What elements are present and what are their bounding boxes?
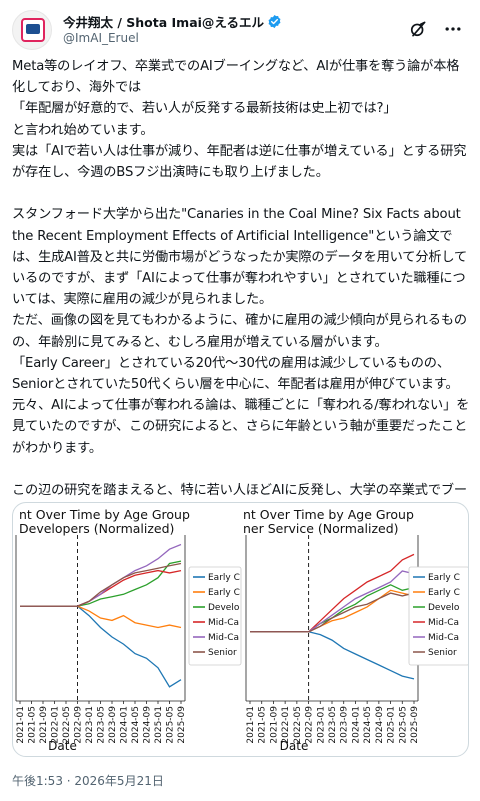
legend-label: Early C (428, 588, 460, 598)
legend-label: Develo (208, 603, 240, 613)
x-tick-label: 2022-01 (281, 706, 291, 744)
legend-label: Early C (208, 588, 240, 598)
x-tick-label: 2023-09 (340, 706, 350, 744)
legend-label: Develo (428, 603, 460, 613)
display-name[interactable]: 今井翔太 / Shota Imai@えるエル (63, 12, 264, 31)
x-tick-label: 2021-05 (28, 706, 38, 744)
series-line-6 (250, 592, 415, 633)
x-tick-label: 2024-05 (131, 706, 141, 744)
chart-panel-1: nt Over Time by Age GroupDevelopers (Nor… (15, 507, 242, 753)
series-line-6 (20, 562, 182, 607)
x-tick-label: 2025-05 (166, 706, 176, 744)
x-tick-label: 2021-01 (246, 706, 256, 744)
x-tick-label: 2025-01 (387, 706, 397, 744)
post-timestamp[interactable]: 午後1:53 · 2026年5月21日 (12, 772, 164, 789)
more-button[interactable] (440, 16, 466, 42)
avatar-logo-mark (26, 24, 40, 34)
legend-label: Senior (208, 648, 237, 658)
legend-label: Early C (208, 573, 240, 583)
x-tick-label: 2024-01 (351, 706, 361, 744)
chart-title: nt Over Time by Age Group (19, 507, 190, 522)
x-tick-label: 2023-05 (97, 706, 107, 744)
x-tick-label: 2025-01 (154, 706, 164, 744)
x-tick-label: 2024-09 (375, 706, 385, 744)
series-line-1 (250, 631, 415, 680)
legend-label: Mid-Ca (428, 618, 459, 628)
x-tick-label: 2023-09 (108, 706, 118, 744)
legend-label: Mid-Ca (428, 633, 459, 643)
x-tick-label: 2024-09 (143, 706, 153, 744)
x-tick-label: 2025-09 (177, 706, 187, 744)
x-tick-label: 2024-05 (363, 706, 373, 744)
grok-icon (410, 21, 426, 37)
x-tick-label: 2022-09 (305, 706, 315, 744)
x-axis-label: Date (280, 739, 309, 753)
chart-subtitle: Developers (Normalized) (19, 521, 174, 536)
x-axis-label: Date (48, 739, 77, 753)
post-media-image[interactable]: nt Over Time by Age Group Developers (Nor… (12, 502, 469, 757)
author-name-row[interactable]: 今井翔太 / Shota Imai@えるエル (63, 12, 282, 30)
legend-label: Senior (428, 648, 457, 658)
post-body-text: Meta等のレイオフ、卒業式でのAIブーイングなど、AIが仕事を奪う論が本格化し… (12, 59, 470, 519)
x-tick-label: 2023-01 (316, 706, 326, 744)
x-tick-label: 2025-05 (398, 706, 408, 744)
x-tick-label: 2024-01 (120, 706, 130, 744)
verified-badge-icon (268, 14, 281, 28)
series-line-5 (250, 570, 415, 633)
series-line-5 (20, 543, 182, 607)
x-tick-label: 2022-05 (62, 706, 72, 744)
legend-label: Early C (428, 573, 460, 583)
x-tick-label: 2023-05 (328, 706, 338, 744)
legend-label: Mid-Ca (208, 618, 239, 628)
avatar[interactable] (12, 10, 52, 50)
post-header: 今井翔太 / Shota Imai@えるエル @ImAI_Eruel (12, 10, 468, 50)
chart-panel-2: nt Over Time by Age Groupner Service (No… (243, 507, 468, 753)
x-tick-label: 2022-01 (51, 706, 61, 744)
chart-subtitle: ner Service (Normalized) (243, 521, 399, 536)
series-line-2 (250, 589, 415, 633)
grok-button[interactable] (405, 16, 431, 42)
x-tick-label: 2025-09 (410, 706, 420, 744)
x-tick-label: 2021-01 (16, 706, 26, 744)
chart-title: nt Over Time by Age Group (243, 507, 414, 522)
series-line-2 (20, 605, 182, 629)
x-tick-label: 2022-05 (293, 706, 303, 744)
x-tick-label: 2022-09 (74, 706, 84, 744)
legend-label: Mid-Ca (208, 633, 239, 643)
handle[interactable]: @ImAI_Eruel (63, 31, 139, 45)
more-icon (445, 27, 461, 31)
x-tick-label: 2021-05 (258, 706, 268, 744)
x-tick-label: 2021-09 (269, 706, 279, 744)
x-tick-label: 2021-09 (39, 706, 49, 744)
charts-figure: nt Over Time by Age GroupDevelopers (Nor… (15, 507, 468, 753)
series-line-4 (20, 569, 182, 607)
x-tick-label: 2023-01 (85, 706, 95, 744)
